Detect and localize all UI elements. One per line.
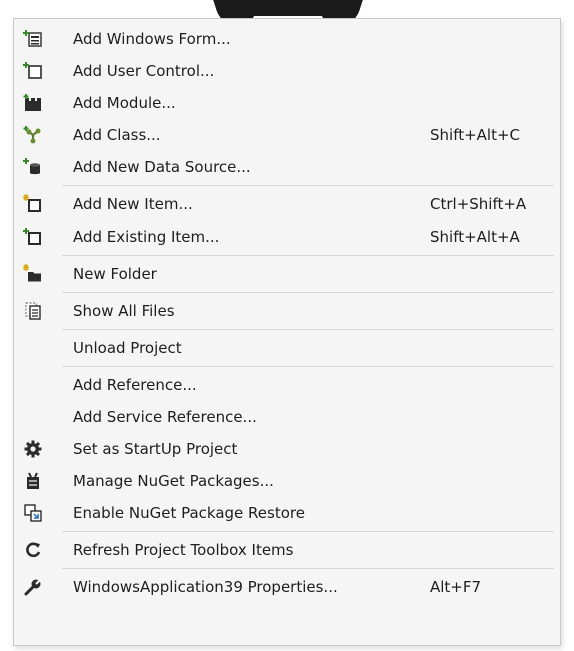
menu-item-label: Unload Project: [73, 339, 182, 357]
menu-item-add-class[interactable]: Add Class... Shift+Alt+C: [15, 118, 559, 152]
context-menu: Add Windows Form... Add User Control... …: [13, 18, 561, 646]
menu-item-label: Add New Item...: [73, 195, 193, 213]
menu-item-label: Add New Data Source...: [73, 158, 251, 176]
menu-item-label: New Folder: [73, 265, 157, 283]
show-all-files-icon: [23, 301, 43, 321]
menu-separator: [62, 255, 554, 256]
user-control-icon: [23, 61, 43, 81]
menu-item-label: WindowsApplication39 Properties...: [73, 578, 338, 596]
data-source-icon: [23, 157, 43, 177]
menu-item-project-properties[interactable]: WindowsApplication39 Properties... Alt+F…: [15, 570, 559, 604]
menu-separator: [62, 185, 554, 186]
menu-separator: [62, 568, 554, 569]
menu-item-label: Show All Files: [73, 302, 175, 320]
menu-item-label: Add Class...: [73, 126, 161, 144]
menu-item-show-all-files[interactable]: Show All Files: [15, 294, 559, 328]
new-item-icon: [23, 194, 43, 214]
menu-item-add-service-reference[interactable]: Add Service Reference...: [15, 400, 559, 434]
menu-item-label: Add Existing Item...: [73, 228, 220, 246]
menu-item-label: Refresh Project Toolbox Items: [73, 541, 294, 559]
windows-form-icon: [23, 29, 43, 49]
menu-item-add-existing-item[interactable]: Add Existing Item... Shift+Alt+A: [15, 220, 559, 254]
menu-item-add-module[interactable]: Add Module...: [15, 86, 559, 120]
gear-icon: [23, 439, 43, 459]
menu-separator: [62, 329, 554, 330]
wrench-icon: [23, 577, 43, 597]
menu-item-shortcut: Shift+Alt+A: [430, 228, 520, 246]
decorative-shape-bottom: [224, 0, 354, 16]
menu-item-label: Add Windows Form...: [73, 30, 231, 48]
menu-item-shortcut: Alt+F7: [430, 578, 482, 596]
menu-item-label: Add Reference...: [73, 376, 197, 394]
menu-item-add-new-data-source[interactable]: Add New Data Source...: [15, 150, 559, 184]
menu-item-manage-nuget-packages[interactable]: Manage NuGet Packages...: [15, 464, 559, 498]
new-folder-icon: [23, 264, 43, 284]
menu-item-add-reference[interactable]: Add Reference...: [15, 368, 559, 402]
menu-item-enable-nuget-package-restore[interactable]: Enable NuGet Package Restore: [15, 496, 559, 530]
menu-item-shortcut: Ctrl+Shift+A: [430, 195, 527, 213]
menu-item-label: Add Service Reference...: [73, 408, 257, 426]
menu-item-refresh-project-toolbox-items[interactable]: Refresh Project Toolbox Items: [15, 533, 559, 567]
menu-item-label: Set as StartUp Project: [73, 440, 238, 458]
menu-item-shortcut: Shift+Alt+C: [430, 126, 521, 144]
nuget-icon: [23, 471, 43, 491]
class-icon: [23, 125, 43, 145]
menu-item-add-user-control[interactable]: Add User Control...: [15, 54, 559, 88]
menu-item-unload-project[interactable]: Unload Project: [15, 331, 559, 365]
menu-item-label: Add Module...: [73, 94, 176, 112]
menu-item-add-windows-form[interactable]: Add Windows Form...: [15, 22, 559, 56]
menu-separator: [62, 531, 554, 532]
refresh-icon: [23, 540, 43, 560]
menu-separator: [62, 292, 554, 293]
package-restore-icon: [23, 503, 43, 523]
menu-item-new-folder[interactable]: New Folder: [15, 257, 559, 291]
menu-item-add-new-item[interactable]: Add New Item... Ctrl+Shift+A: [15, 187, 559, 221]
menu-item-label: Add User Control...: [73, 62, 215, 80]
menu-separator: [62, 366, 554, 367]
existing-item-icon: [23, 227, 43, 247]
menu-item-label: Enable NuGet Package Restore: [73, 504, 305, 522]
menu-item-set-startup-project[interactable]: Set as StartUp Project: [15, 432, 559, 466]
module-icon: [23, 93, 43, 113]
menu-item-label: Manage NuGet Packages...: [73, 472, 274, 490]
